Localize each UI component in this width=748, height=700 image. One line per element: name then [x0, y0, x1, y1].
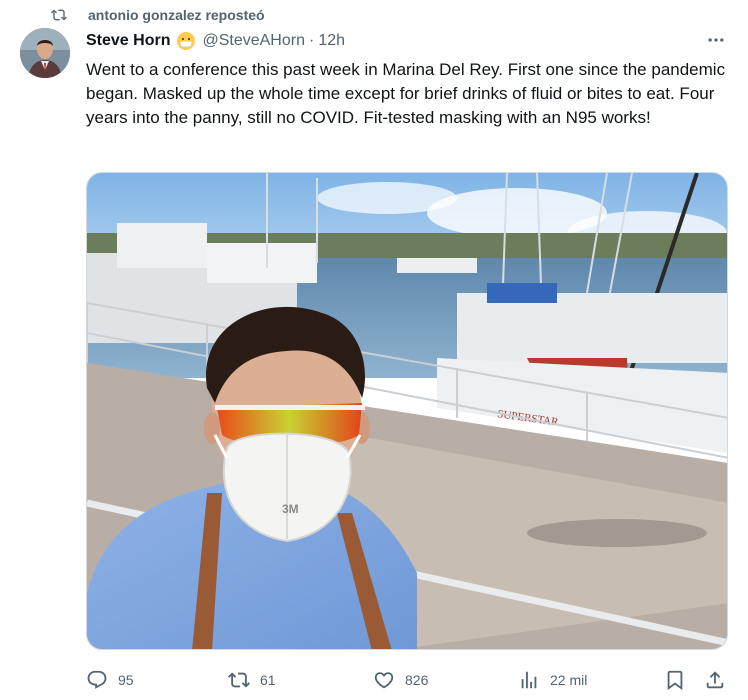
- reply-count: 95: [118, 672, 134, 688]
- mask-brand-label: 3M: [282, 502, 299, 516]
- tweet-header: Steve Horn @SteveAHorn · 12h: [86, 30, 728, 52]
- reply-button[interactable]: 95: [86, 664, 134, 696]
- author-handle[interactable]: @SteveAHorn: [202, 32, 305, 50]
- repost-icon: [50, 7, 68, 23]
- views-icon: [521, 671, 537, 689]
- heart-icon: [374, 672, 394, 689]
- bookmark-icon: [667, 670, 683, 691]
- author-name[interactable]: Steve Horn: [86, 32, 170, 50]
- reply-icon: [87, 670, 107, 689]
- share-button[interactable]: [704, 664, 726, 696]
- repost-button[interactable]: 61: [228, 664, 276, 696]
- tweet-timestamp[interactable]: 12h: [318, 32, 345, 50]
- avatar[interactable]: [20, 28, 70, 78]
- repost-icon: [228, 672, 250, 688]
- repost-text: antonio gonzalez reposteó: [88, 7, 265, 23]
- tweet-actions: 95 61 826 22 mil: [86, 664, 728, 696]
- like-count: 826: [405, 672, 429, 688]
- tweet-photo[interactable]: SUPERSTAR 3M: [86, 172, 728, 650]
- like-button[interactable]: 826: [373, 664, 428, 696]
- more-icon: [708, 38, 724, 42]
- repost-count: 61: [260, 672, 276, 688]
- share-icon: [706, 671, 724, 689]
- bookmark-button[interactable]: [664, 664, 686, 696]
- views-button[interactable]: 22 mil: [518, 664, 587, 696]
- more-options-button[interactable]: [704, 28, 728, 52]
- separator-dot: ·: [308, 32, 315, 49]
- views-count: 22 mil: [550, 672, 588, 688]
- face-with-medical-mask-emoji-icon: [176, 31, 196, 51]
- tweet-text: Went to a conference this past week in M…: [86, 60, 726, 127]
